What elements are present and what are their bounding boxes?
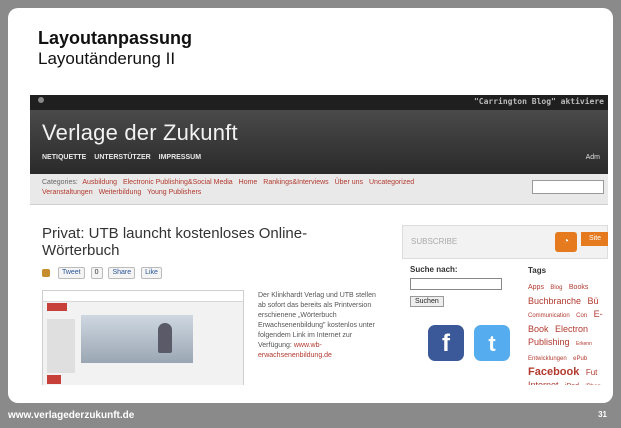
categories-line-2: Veranstaltungen Weiterbildung Young Publ… <box>42 189 205 196</box>
excerpt-text: Der Klinkhardt Verlag und UTB stellen ab… <box>258 292 376 349</box>
search-button[interactable]: Suchen <box>410 296 444 307</box>
admin-link[interactable]: Adm <box>586 154 600 161</box>
category-link[interactable]: Home <box>239 179 258 186</box>
category-link[interactable]: Young Publishers <box>147 189 201 196</box>
slide-footer: www.verlagederzukunft.de 31 <box>0 404 621 428</box>
tag-link[interactable]: Fut <box>586 368 598 377</box>
tag-link[interactable]: ePub <box>573 356 587 362</box>
tag-link[interactable]: iPhon <box>585 384 600 385</box>
categories-line-1: Categories: Ausbildung Electronic Publis… <box>42 179 418 186</box>
tag-link[interactable]: Apps <box>528 284 544 291</box>
category-link[interactable]: Electronic Publishing&Social Media <box>123 179 233 186</box>
like-button[interactable]: Like <box>141 267 162 279</box>
thumbnail-image <box>81 315 193 363</box>
tag-link[interactable]: Entwicklungen <box>528 356 567 362</box>
slide-title: Layoutanpassung <box>38 28 193 48</box>
slide: Layoutanpassung Layoutänderung II "Carri… <box>8 8 613 403</box>
tag-link[interactable]: Publishing <box>528 337 570 347</box>
main-nav: NETIQUETTE UNTERSTÜTZER IMPRESSUM <box>42 154 207 161</box>
tag-link[interactable]: Blog <box>550 285 562 291</box>
wordpress-icon[interactable] <box>38 97 44 103</box>
thumbnail-header <box>43 291 243 302</box>
site-banner: Verlage der Zukunft NETIQUETTE UNTERSTÜT… <box>30 110 608 174</box>
sidebar-search: Suche nach: Suchen <box>410 265 510 308</box>
category-link[interactable]: Veranstaltungen <box>42 189 93 196</box>
admin-bar: "Carrington Blog" aktiviere <box>30 95 608 110</box>
tag-link[interactable]: Buchbranche <box>528 296 581 306</box>
slide-subtitle: Layoutänderung II <box>38 49 176 68</box>
thumbnail-badge <box>47 375 61 384</box>
site-title[interactable]: Verlage der Zukunft <box>42 120 238 146</box>
share-button[interactable]: Share <box>108 267 136 279</box>
leaf-icon <box>42 269 50 277</box>
social-buttons: Tweet 0 Share Like <box>42 267 166 279</box>
admin-bar-notice: "Carrington Blog" aktiviere <box>473 97 604 106</box>
tag-link[interactable]: iPad <box>565 383 579 385</box>
tag-list: Apps Blog Books Buchbranche Bü Communica… <box>528 279 608 385</box>
tag-link[interactable]: Communication <box>528 313 570 319</box>
tag-link[interactable]: Electron <box>555 324 588 334</box>
nav-item-impressum[interactable]: IMPRESSUM <box>159 154 201 161</box>
post-title[interactable]: Privat: UTB launcht kostenloses Online-W… <box>42 225 362 259</box>
category-link[interactable]: Weiterbildung <box>99 189 142 196</box>
tag-link[interactable]: Con <box>576 313 587 319</box>
website-screenshot: "Carrington Blog" aktiviere Verlage der … <box>30 95 608 385</box>
header-search-input[interactable] <box>532 180 604 194</box>
post-excerpt: Der Klinkhardt Verlag und UTB stellen ab… <box>258 291 376 361</box>
tag-link[interactable]: Bü <box>588 296 599 306</box>
tag-link[interactable]: Books <box>569 284 588 291</box>
facebook-icon[interactable]: f <box>428 325 464 361</box>
twitter-icon[interactable]: t <box>474 325 510 361</box>
subscribe-label: SUBSCRIBE <box>411 237 458 246</box>
category-link[interactable]: Uncategorized <box>369 179 414 186</box>
tag-link[interactable]: Internet <box>528 380 559 385</box>
thumbnail-logo <box>47 303 67 311</box>
search-heading: Suche nach: <box>410 265 458 274</box>
category-link[interactable]: Über uns <box>335 179 363 186</box>
tags-heading: Tags <box>528 266 547 275</box>
subscribe-box: SUBSCRIBE ◔ Site <box>402 225 608 259</box>
nav-item-netiquette[interactable]: NETIQUETTE <box>42 154 86 161</box>
categories-bar: Categories: Ausbildung Electronic Publis… <box>30 174 608 205</box>
thumbnail-sidebar <box>47 319 75 373</box>
category-link[interactable]: Rankings&Interviews <box>263 179 328 186</box>
site-feed-button[interactable]: Site <box>581 232 608 246</box>
nav-item-unterstuetzer[interactable]: UNTERSTÜTZER <box>94 154 150 161</box>
tag-link[interactable]: Erkenn <box>576 341 592 347</box>
post-thumbnail[interactable] <box>42 290 244 385</box>
rss-icon[interactable]: ◔ <box>555 232 577 252</box>
tweet-count: 0 <box>90 267 103 279</box>
tag-cloud: Tags Apps Blog Books Buchbranche Bü Comm… <box>528 265 608 385</box>
categories-label: Categories: <box>42 179 78 186</box>
sidebar: SUBSCRIBE ◔ Site Suche nach: Suchen f t … <box>402 225 608 385</box>
thumbnail-person <box>158 323 172 353</box>
category-link[interactable]: Ausbildung <box>82 179 117 186</box>
sidebar-search-input[interactable] <box>410 278 502 290</box>
footer-url: www.verlagederzukunft.de <box>8 410 135 421</box>
tag-link[interactable]: Facebook <box>528 366 579 378</box>
tweet-button[interactable]: Tweet <box>57 267 85 279</box>
page-number: 31 <box>598 410 607 419</box>
